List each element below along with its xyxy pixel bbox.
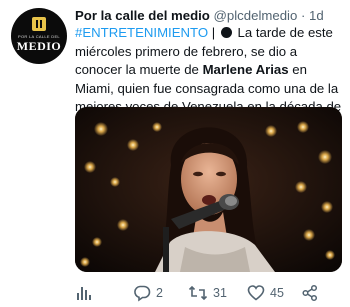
like-count: 45 — [270, 286, 284, 300]
avatar-big-text: MEDIO — [16, 39, 62, 53]
tweet-header: Por la calle del medio @plcdelmedio · 1d — [75, 8, 324, 24]
reply-count: 2 — [156, 286, 163, 300]
author-handle[interactable]: @plcdelmedio — [214, 8, 298, 23]
avatar[interactable]: POR LA CALLE DEL MEDIO — [11, 8, 67, 64]
singer-photo-icon — [75, 107, 342, 272]
black-circle-emoji-icon — [220, 27, 232, 38]
retweet-icon — [188, 285, 208, 301]
retweet-button[interactable]: 31 — [188, 283, 227, 303]
like-button[interactable]: 45 — [247, 283, 284, 303]
author-name[interactable]: Por la calle del medio — [75, 8, 210, 23]
share-icon — [302, 284, 318, 302]
logo-mark-icon — [32, 17, 46, 31]
reply-icon — [134, 285, 151, 302]
reply-button[interactable]: 2 — [133, 283, 163, 303]
header-separator: · — [300, 8, 306, 23]
share-button[interactable] — [301, 283, 319, 303]
bar-chart-icon — [77, 287, 91, 300]
body-bold-name: Marlene Arias — [202, 62, 289, 77]
tweet-actions: 2 31 45 — [75, 283, 350, 303]
heart-icon — [247, 285, 265, 301]
tweet-media-image[interactable] — [75, 107, 342, 272]
analytics-button[interactable] — [75, 283, 93, 303]
hashtag-link[interactable]: #ENTRETENIMIENTO — [75, 25, 208, 40]
tweet[interactable]: POR LA CALLE DEL MEDIO Por la calle del … — [0, 0, 350, 307]
tweet-time[interactable]: 1d — [309, 8, 324, 23]
pipe-text: | — [208, 25, 219, 40]
retweet-count: 31 — [213, 286, 227, 300]
